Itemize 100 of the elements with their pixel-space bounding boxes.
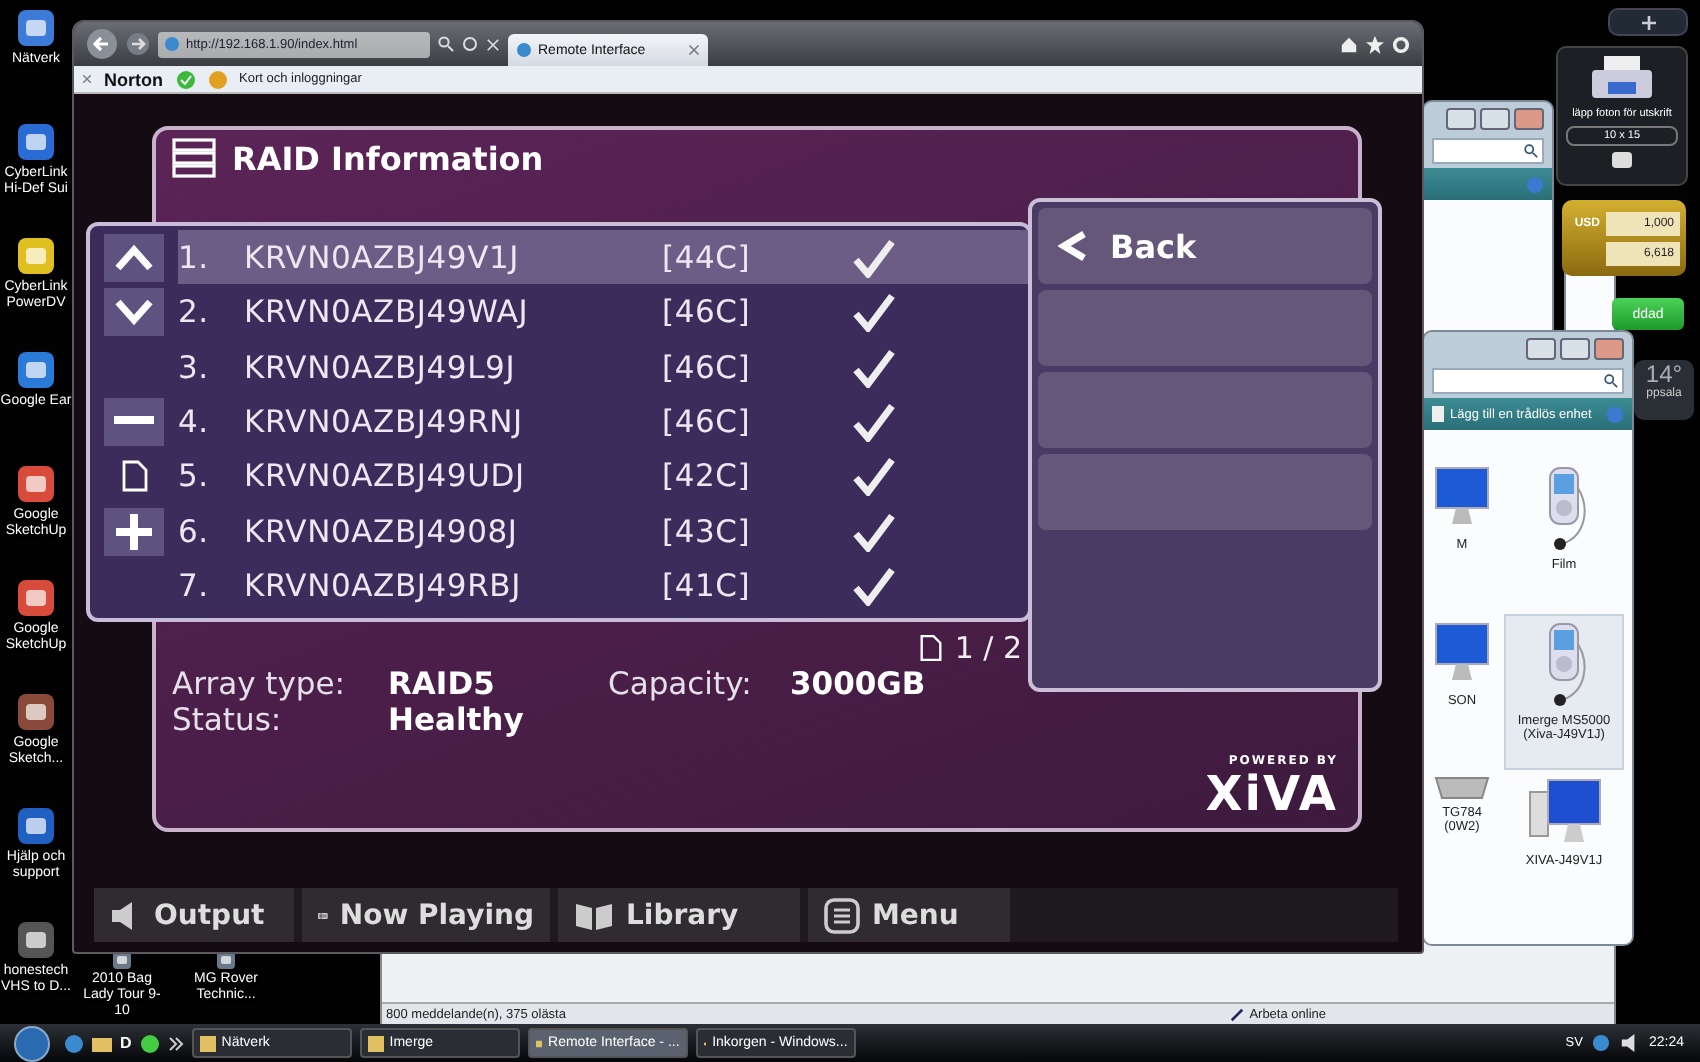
drive-serial: KRVN0AZBJ49WAJ [244, 294, 531, 331]
chevron-left-icon [1058, 230, 1090, 262]
logo: XiVA [1205, 768, 1338, 820]
minimize-button[interactable] [1446, 107, 1476, 129]
window-icon [199, 1035, 216, 1051]
back-icon [86, 28, 118, 60]
folder-icon [92, 1033, 112, 1053]
document-icon [1432, 406, 1444, 422]
start-button-icon [8, 1025, 56, 1061]
drive-temperature: [43C] [662, 513, 753, 550]
drive-number: 2. [178, 294, 211, 331]
drive-serial: KRVN0AZBJ49L9J [244, 349, 518, 386]
check-circle-icon [175, 69, 195, 89]
minimize-button[interactable] [1526, 337, 1556, 359]
star-icon [1366, 35, 1384, 53]
book-icon [574, 899, 614, 931]
temperature: 14° [1645, 360, 1683, 388]
toolbar-brand[interactable]: Norton [104, 69, 163, 89]
drive-row[interactable]: 2. KRVN0AZBJ49WAJ [46C] [178, 284, 1028, 340]
drive-number: 7. [178, 568, 211, 605]
plus-icon [114, 511, 154, 552]
app-icon [12, 346, 60, 394]
close-icon [486, 37, 500, 51]
chevron-up-icon [114, 243, 154, 272]
nav-button[interactable]: Now Playing [302, 888, 550, 942]
info-value: 3000GB [790, 666, 928, 702]
list-control-button[interactable] [104, 288, 164, 337]
app-icon [12, 916, 60, 964]
nav-button[interactable]: Menu [808, 888, 1010, 942]
menu-icon [824, 897, 860, 933]
drive-number: 5. [178, 458, 211, 495]
search-field[interactable] [1432, 138, 1544, 164]
page-number: 1 / 2 [954, 630, 1022, 666]
document-icon [121, 460, 147, 493]
app-icon [12, 460, 60, 508]
forward-icon [126, 32, 150, 56]
app-icon [12, 574, 60, 622]
window-icon [535, 1035, 543, 1051]
app-icon [12, 232, 60, 280]
drive-temperature: [42C] [662, 458, 753, 495]
drive-serial: KRVN0AZBJ49RNJ [244, 403, 525, 440]
search-field[interactable] [1432, 368, 1624, 394]
info-label: Capacity: [608, 666, 754, 702]
drive-serial: KRVN0AZBJ4908J [244, 513, 520, 550]
close-icon [82, 74, 92, 84]
search-icon [1524, 144, 1538, 158]
drive-temperature: [46C] [662, 349, 753, 386]
close-icon [688, 44, 700, 56]
drive-temperature: [44C] [662, 239, 753, 276]
panel-title: RAID Information [232, 139, 544, 177]
search-icon [1604, 374, 1618, 388]
drive-temperature: [46C] [662, 294, 753, 331]
app-icon [12, 118, 60, 166]
info-value: RAID5 [388, 666, 497, 702]
computer-icon [1524, 776, 1604, 848]
drive-row[interactable]: 4. KRVN0AZBJ49RNJ [46C] [178, 394, 1028, 450]
volume-icon [1620, 1034, 1639, 1052]
drive-serial: KRVN0AZBJ49RBJ [244, 568, 523, 605]
info-label: Status: [172, 702, 284, 738]
info-value: Healthy [388, 702, 526, 738]
plus-icon [1641, 15, 1655, 29]
app-icon [12, 688, 60, 736]
back-button[interactable]: Back [1038, 208, 1372, 284]
drive-row[interactable]: 6. KRVN0AZBJ4908J [43C] [178, 504, 1028, 560]
close-button[interactable] [1594, 337, 1624, 359]
drive-serial: KRVN0AZBJ49V1J [244, 239, 522, 276]
drive-serial: KRVN0AZBJ49UDJ [244, 458, 527, 495]
document-icon [920, 634, 943, 662]
close-button[interactable] [1514, 107, 1544, 129]
info-label: Array type: [172, 666, 348, 702]
minus-icon [114, 416, 154, 427]
drive-number: 1. [178, 239, 211, 276]
app-icon [12, 802, 60, 850]
quick-launch-letter[interactable]: D [120, 1034, 132, 1052]
drive-stack-icon [172, 138, 216, 178]
list-control-button[interactable] [104, 507, 164, 556]
printer-icon [1588, 54, 1656, 102]
window-icon [367, 1035, 384, 1051]
router-icon [1432, 776, 1492, 800]
home-icon [1340, 35, 1358, 53]
nav-button[interactable]: Library [558, 888, 800, 942]
list-control-button[interactable] [104, 397, 164, 446]
drive-temperature: [41C] [662, 568, 753, 605]
drive-row[interactable]: 7. KRVN0AZBJ49RBJ [41C] [178, 559, 1028, 614]
app-icon [12, 4, 60, 52]
nav-button[interactable]: Output [94, 888, 294, 942]
maximize-button[interactable] [1560, 337, 1590, 359]
list-control-button[interactable] [104, 233, 164, 282]
drive-temperature: [46C] [662, 403, 753, 440]
chevron-down-icon [114, 298, 154, 327]
drive-number: 3. [178, 349, 211, 386]
drive-row[interactable]: 5. KRVN0AZBJ49UDJ [42C] [178, 449, 1028, 505]
drive-number: 4. [178, 403, 211, 440]
drive-number: 6. [178, 513, 211, 550]
search-icon [438, 36, 454, 52]
drive-row[interactable]: 3. KRVN0AZBJ49L9J [46C] [178, 339, 1028, 395]
maximize-button[interactable] [1480, 107, 1510, 129]
chevron-right-icon [167, 1035, 184, 1051]
drive-row[interactable]: 1. KRVN0AZBJ49V1J [44C] [178, 230, 1028, 285]
circle-icon [139, 1033, 160, 1053]
